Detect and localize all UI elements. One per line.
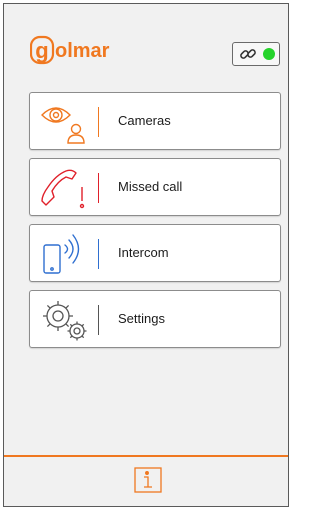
header: g olmar xyxy=(4,4,288,84)
chain-link-icon xyxy=(240,49,256,59)
missed-call-separator xyxy=(98,173,99,203)
cameras-label: Cameras xyxy=(118,113,171,128)
missed-call-button[interactable]: Missed call xyxy=(29,158,281,216)
intercom-button[interactable]: Intercom xyxy=(29,224,281,282)
connection-status-indicator[interactable] xyxy=(232,42,280,66)
cameras-button[interactable]: Cameras xyxy=(29,92,281,150)
info-icon xyxy=(134,467,162,493)
main-menu: Cameras Missed call Intercom Settings xyxy=(29,92,281,356)
cameras-separator xyxy=(98,107,99,137)
missed-call-label: Missed call xyxy=(118,179,183,194)
online-status-dot xyxy=(263,48,275,60)
app-screen: g olmar Cameras Missed call Intercom Set… xyxy=(3,3,289,507)
gears-icon xyxy=(38,297,94,343)
eye-person-icon xyxy=(38,99,94,145)
intercom-label: Intercom xyxy=(118,245,169,260)
info-button[interactable] xyxy=(134,467,162,493)
footer-divider xyxy=(4,455,288,457)
settings-separator xyxy=(98,305,99,335)
handset-exclamation-icon xyxy=(38,165,94,211)
settings-label: Settings xyxy=(118,311,165,326)
phone-signal-icon xyxy=(38,231,94,277)
golmar-logo-icon: g olmar xyxy=(30,35,110,65)
settings-button[interactable]: Settings xyxy=(29,290,281,348)
svg-text:g: g xyxy=(35,38,48,63)
svg-text:olmar: olmar xyxy=(55,40,110,62)
intercom-separator xyxy=(98,239,99,269)
golmar-logo: g olmar xyxy=(30,34,140,66)
